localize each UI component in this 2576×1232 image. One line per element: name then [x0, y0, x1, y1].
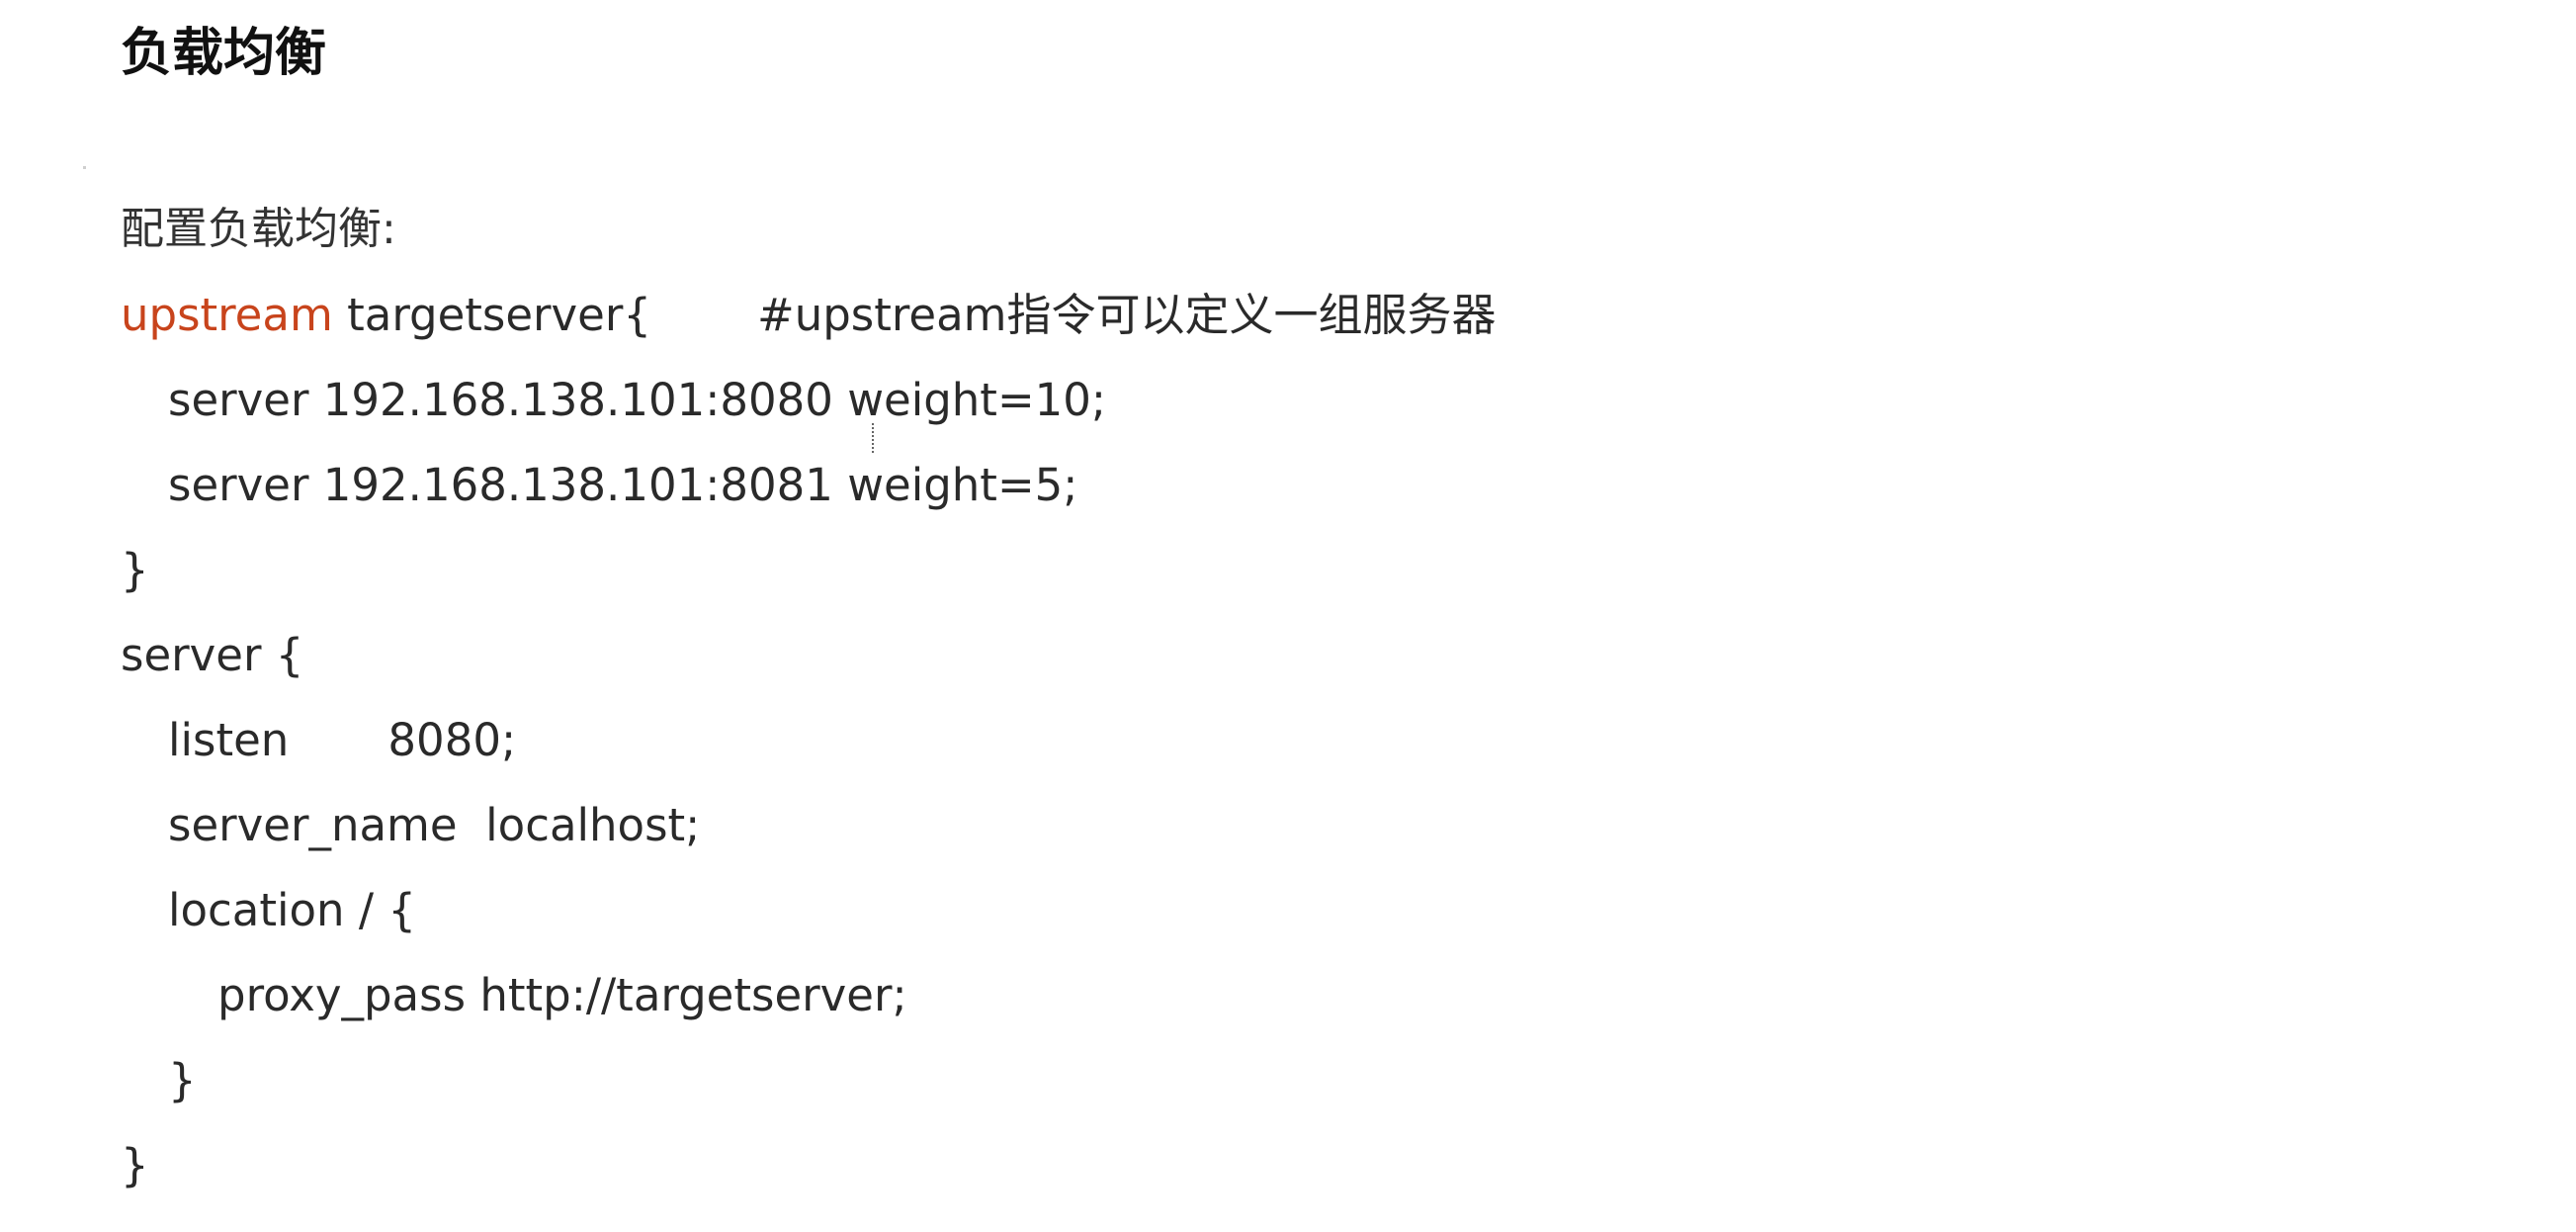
- code-line-server-name: server_name localhost;: [168, 799, 701, 851]
- intro-paragraph: 配置负载均衡:: [121, 204, 396, 254]
- code-line-location-open: location / {: [168, 884, 416, 936]
- code-comment: #upstream指令可以定义一组服务器: [757, 289, 1497, 341]
- code-line-location-close: }: [168, 1054, 197, 1106]
- upstream-keyword: upstream: [121, 289, 333, 341]
- code-line-server-2: server 192.168.138.101:8081 weight=5;: [168, 459, 1078, 511]
- document-page: 负载均衡 配置负载均衡: upstream targetserver{ #ups…: [0, 0, 2576, 1232]
- code-line-listen: listen 8080;: [168, 714, 517, 766]
- upstream-name: targetserver{: [332, 289, 652, 341]
- code-line-close-upstream: }: [121, 544, 149, 596]
- decorative-dot: [83, 166, 86, 169]
- page-title: 负载均衡: [121, 24, 327, 83]
- code-line-server-open: server {: [121, 629, 304, 681]
- code-line-proxy-pass: proxy_pass http://targetserver;: [217, 969, 907, 1021]
- code-line-upstream: upstream targetserver{: [121, 281, 651, 350]
- code-line-server-close: }: [121, 1139, 149, 1191]
- text-cursor-icon: [872, 423, 880, 453]
- code-line-server-1: server 192.168.138.101:8080 weight=10;: [168, 374, 1107, 426]
